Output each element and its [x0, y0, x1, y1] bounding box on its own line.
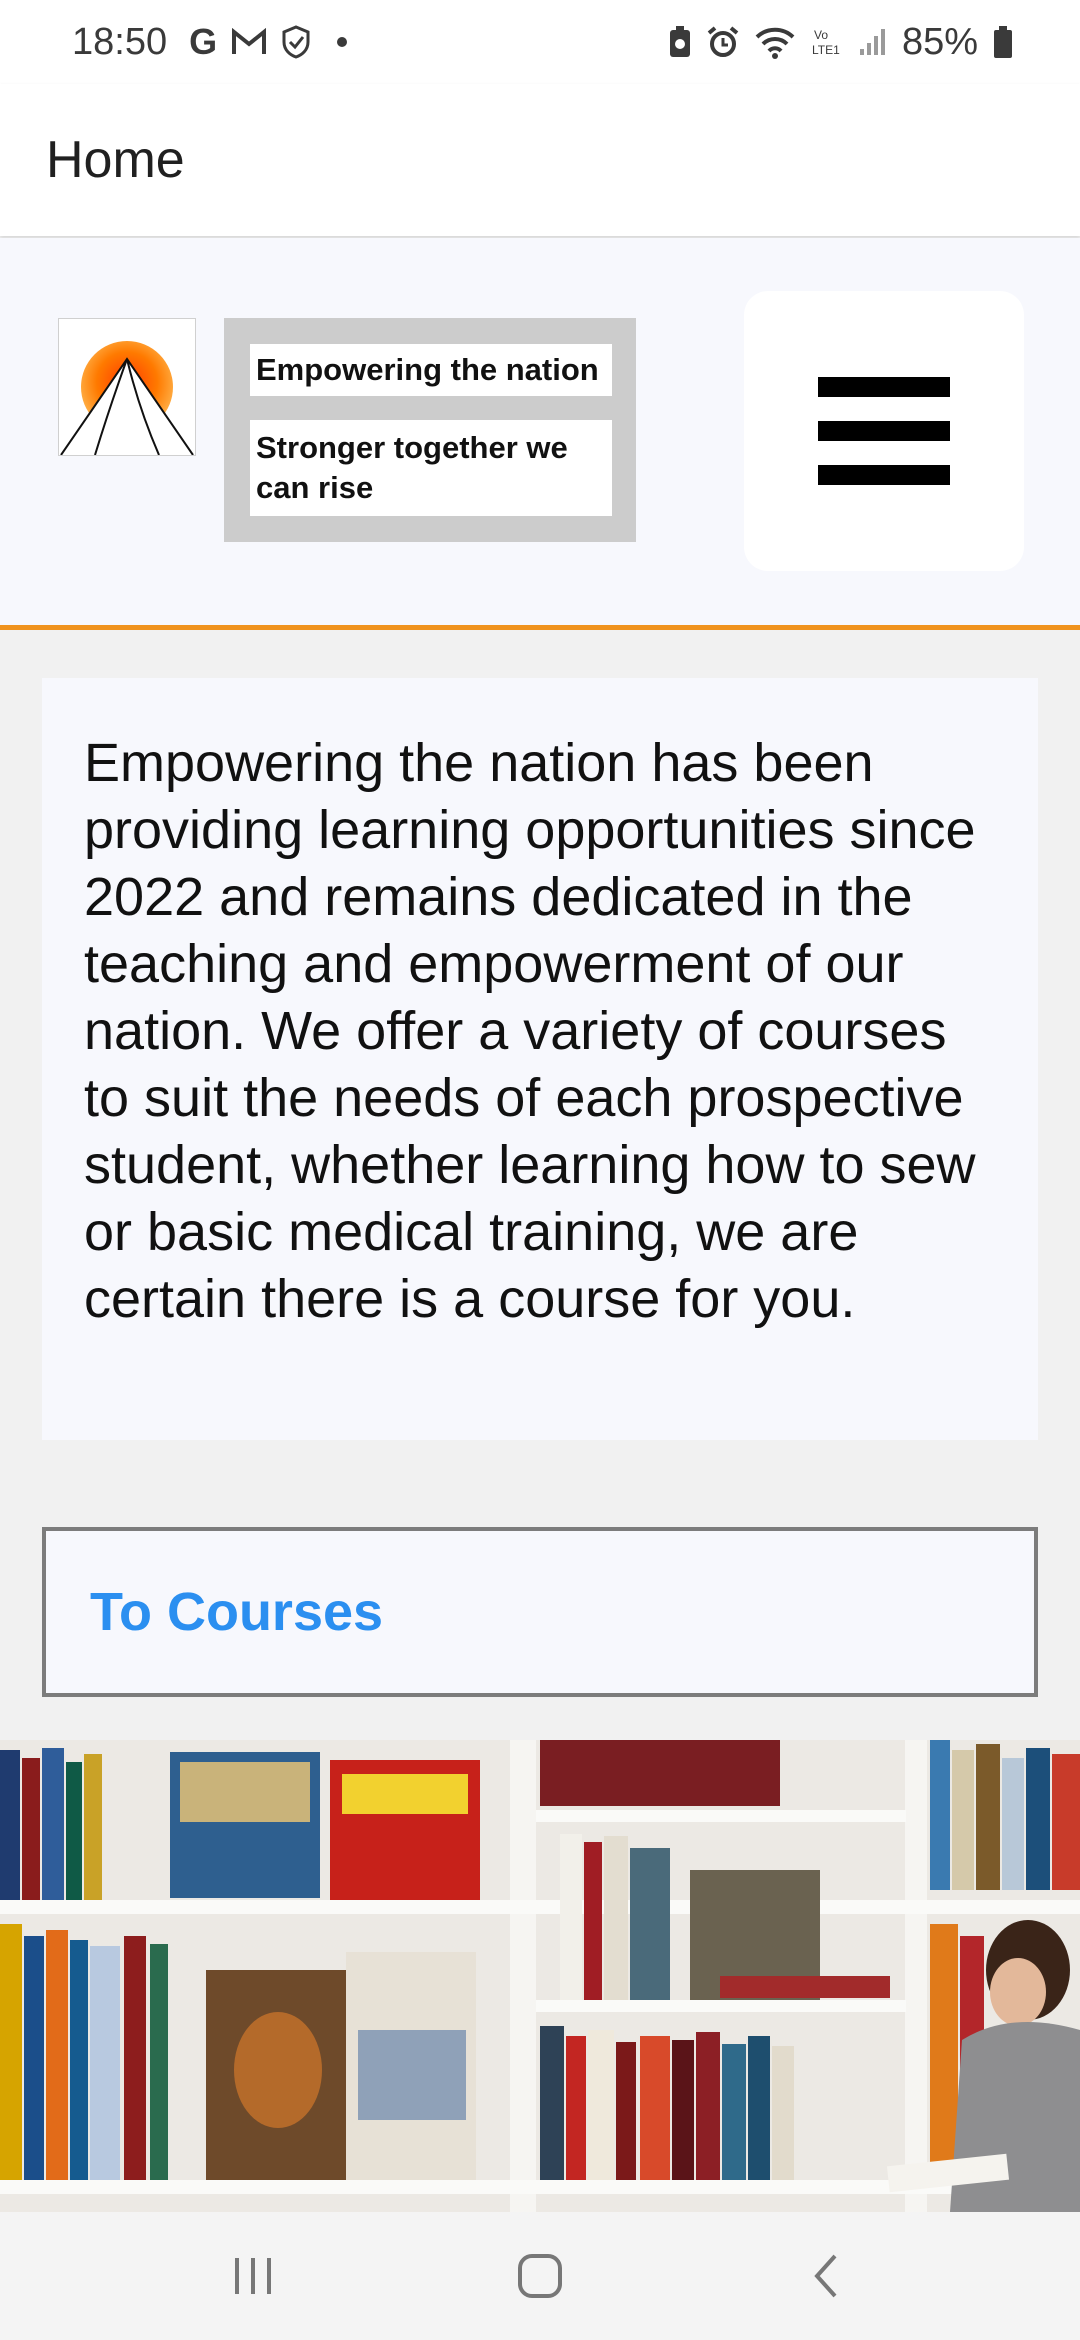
svg-text:Vo: Vo: [814, 28, 828, 42]
home-button[interactable]: [480, 2236, 600, 2316]
library-bookshelf-image: [0, 1740, 1080, 2212]
app-bar: Home: [0, 84, 1080, 236]
google-icon: G: [189, 21, 218, 62]
back-button[interactable]: [767, 2236, 887, 2316]
sunrise-mountain-logo: [58, 318, 196, 456]
alarm-icon: [706, 25, 740, 59]
tagline-primary: Empowering the nation: [250, 344, 612, 396]
home-icon: [517, 2254, 562, 2298]
status-time: 18:50: [72, 20, 168, 63]
battery-saver-icon: [668, 25, 692, 59]
status-right: Vo LTE1 85%: [668, 21, 1014, 64]
tagline-box: Empowering the nation Stronger together …: [224, 318, 636, 542]
gmail-icon: [231, 28, 267, 56]
to-courses-button[interactable]: To Courses: [42, 1527, 1038, 1697]
hamburger-menu-icon-bar-3: [818, 465, 950, 485]
tagline-secondary: Stronger together we can rise: [250, 420, 612, 516]
recent-apps-icon: [235, 2258, 272, 2294]
intro-card: Empowering the nation has been providing…: [42, 678, 1038, 1440]
signal-icon: [858, 27, 888, 57]
page-title: Home: [46, 131, 185, 189]
svg-text:LTE1: LTE1: [812, 43, 840, 57]
system-nav-bar: [0, 2212, 1080, 2340]
more-notifications-dot: [337, 37, 348, 47]
status-left: 18:50 G: [72, 20, 348, 64]
recent-apps-button[interactable]: [193, 2236, 313, 2316]
status-bar: 18:50 G Vo LTE1 85%: [0, 0, 1080, 84]
back-icon: [813, 2254, 837, 2298]
shield-icon: [281, 25, 311, 59]
battery-icon: [992, 25, 1014, 59]
volte-icon: Vo LTE1: [810, 25, 844, 59]
battery-percent: 85%: [901, 20, 978, 63]
to-courses-label: To Courses: [90, 1582, 384, 1642]
wifi-icon: [754, 25, 796, 59]
intro-text: Empowering the nation has been providing…: [84, 733, 976, 1329]
hamburger-menu-icon-bar-2: [818, 421, 950, 441]
hamburger-menu-icon: [818, 377, 950, 397]
site-header: Empowering the nation Stronger together …: [0, 238, 1080, 630]
hamburger-menu-button[interactable]: [744, 291, 1024, 571]
